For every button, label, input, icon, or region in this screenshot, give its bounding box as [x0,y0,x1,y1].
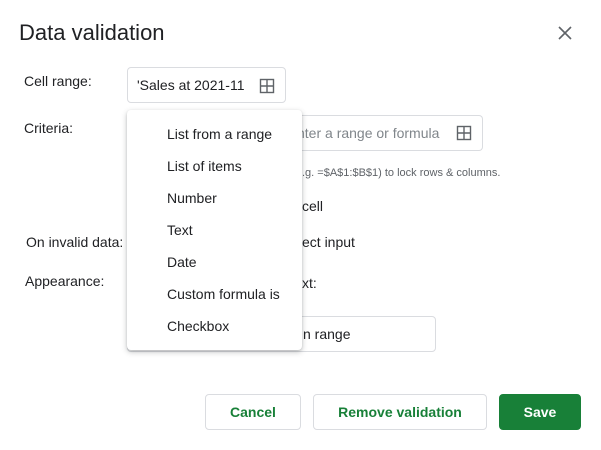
criteria-dropdown-menu: List from a range List of items Number T… [127,110,302,350]
menu-item-checkbox[interactable]: Checkbox [127,310,302,342]
menu-item-number[interactable]: Number [127,182,302,214]
help-text-value: n range [303,326,351,342]
show-dropdown-label: cell [302,198,324,214]
save-button[interactable]: Save [499,394,581,430]
criteria-range-input[interactable]: nter a range or formula [290,115,483,151]
criteria-select-range-icon[interactable] [456,125,472,141]
menu-item-list-of-items[interactable]: List of items [127,150,302,182]
data-validation-dialog: Data validation Cell range: 'Sales at 20… [0,0,601,450]
dialog-title: Data validation [19,20,165,45]
close-icon [558,26,572,40]
cell-range-value: 'Sales at 2021-11 [137,77,245,93]
remove-validation-button[interactable]: Remove validation [313,394,487,430]
menu-item-text[interactable]: Text [127,214,302,246]
select-range-icon[interactable] [259,78,275,94]
criteria-label: Criteria: [24,120,74,136]
menu-item-list-from-range[interactable]: List from a range [127,118,302,150]
menu-item-date[interactable]: Date [127,246,302,278]
cell-range-label: Cell range: [24,73,92,89]
appearance-label: Appearance: [25,273,105,289]
close-button[interactable] [552,20,578,46]
criteria-hint: .g. =$A$1:$B$1) to lock rows & columns. [302,167,501,179]
reject-input-label: ect input [302,234,355,250]
help-text-label: xt: [302,275,317,291]
cancel-button[interactable]: Cancel [205,394,301,430]
on-invalid-label: On invalid data: [26,234,124,250]
criteria-range-placeholder: nter a range or formula [297,125,440,141]
menu-item-custom-formula[interactable]: Custom formula is [127,278,302,310]
